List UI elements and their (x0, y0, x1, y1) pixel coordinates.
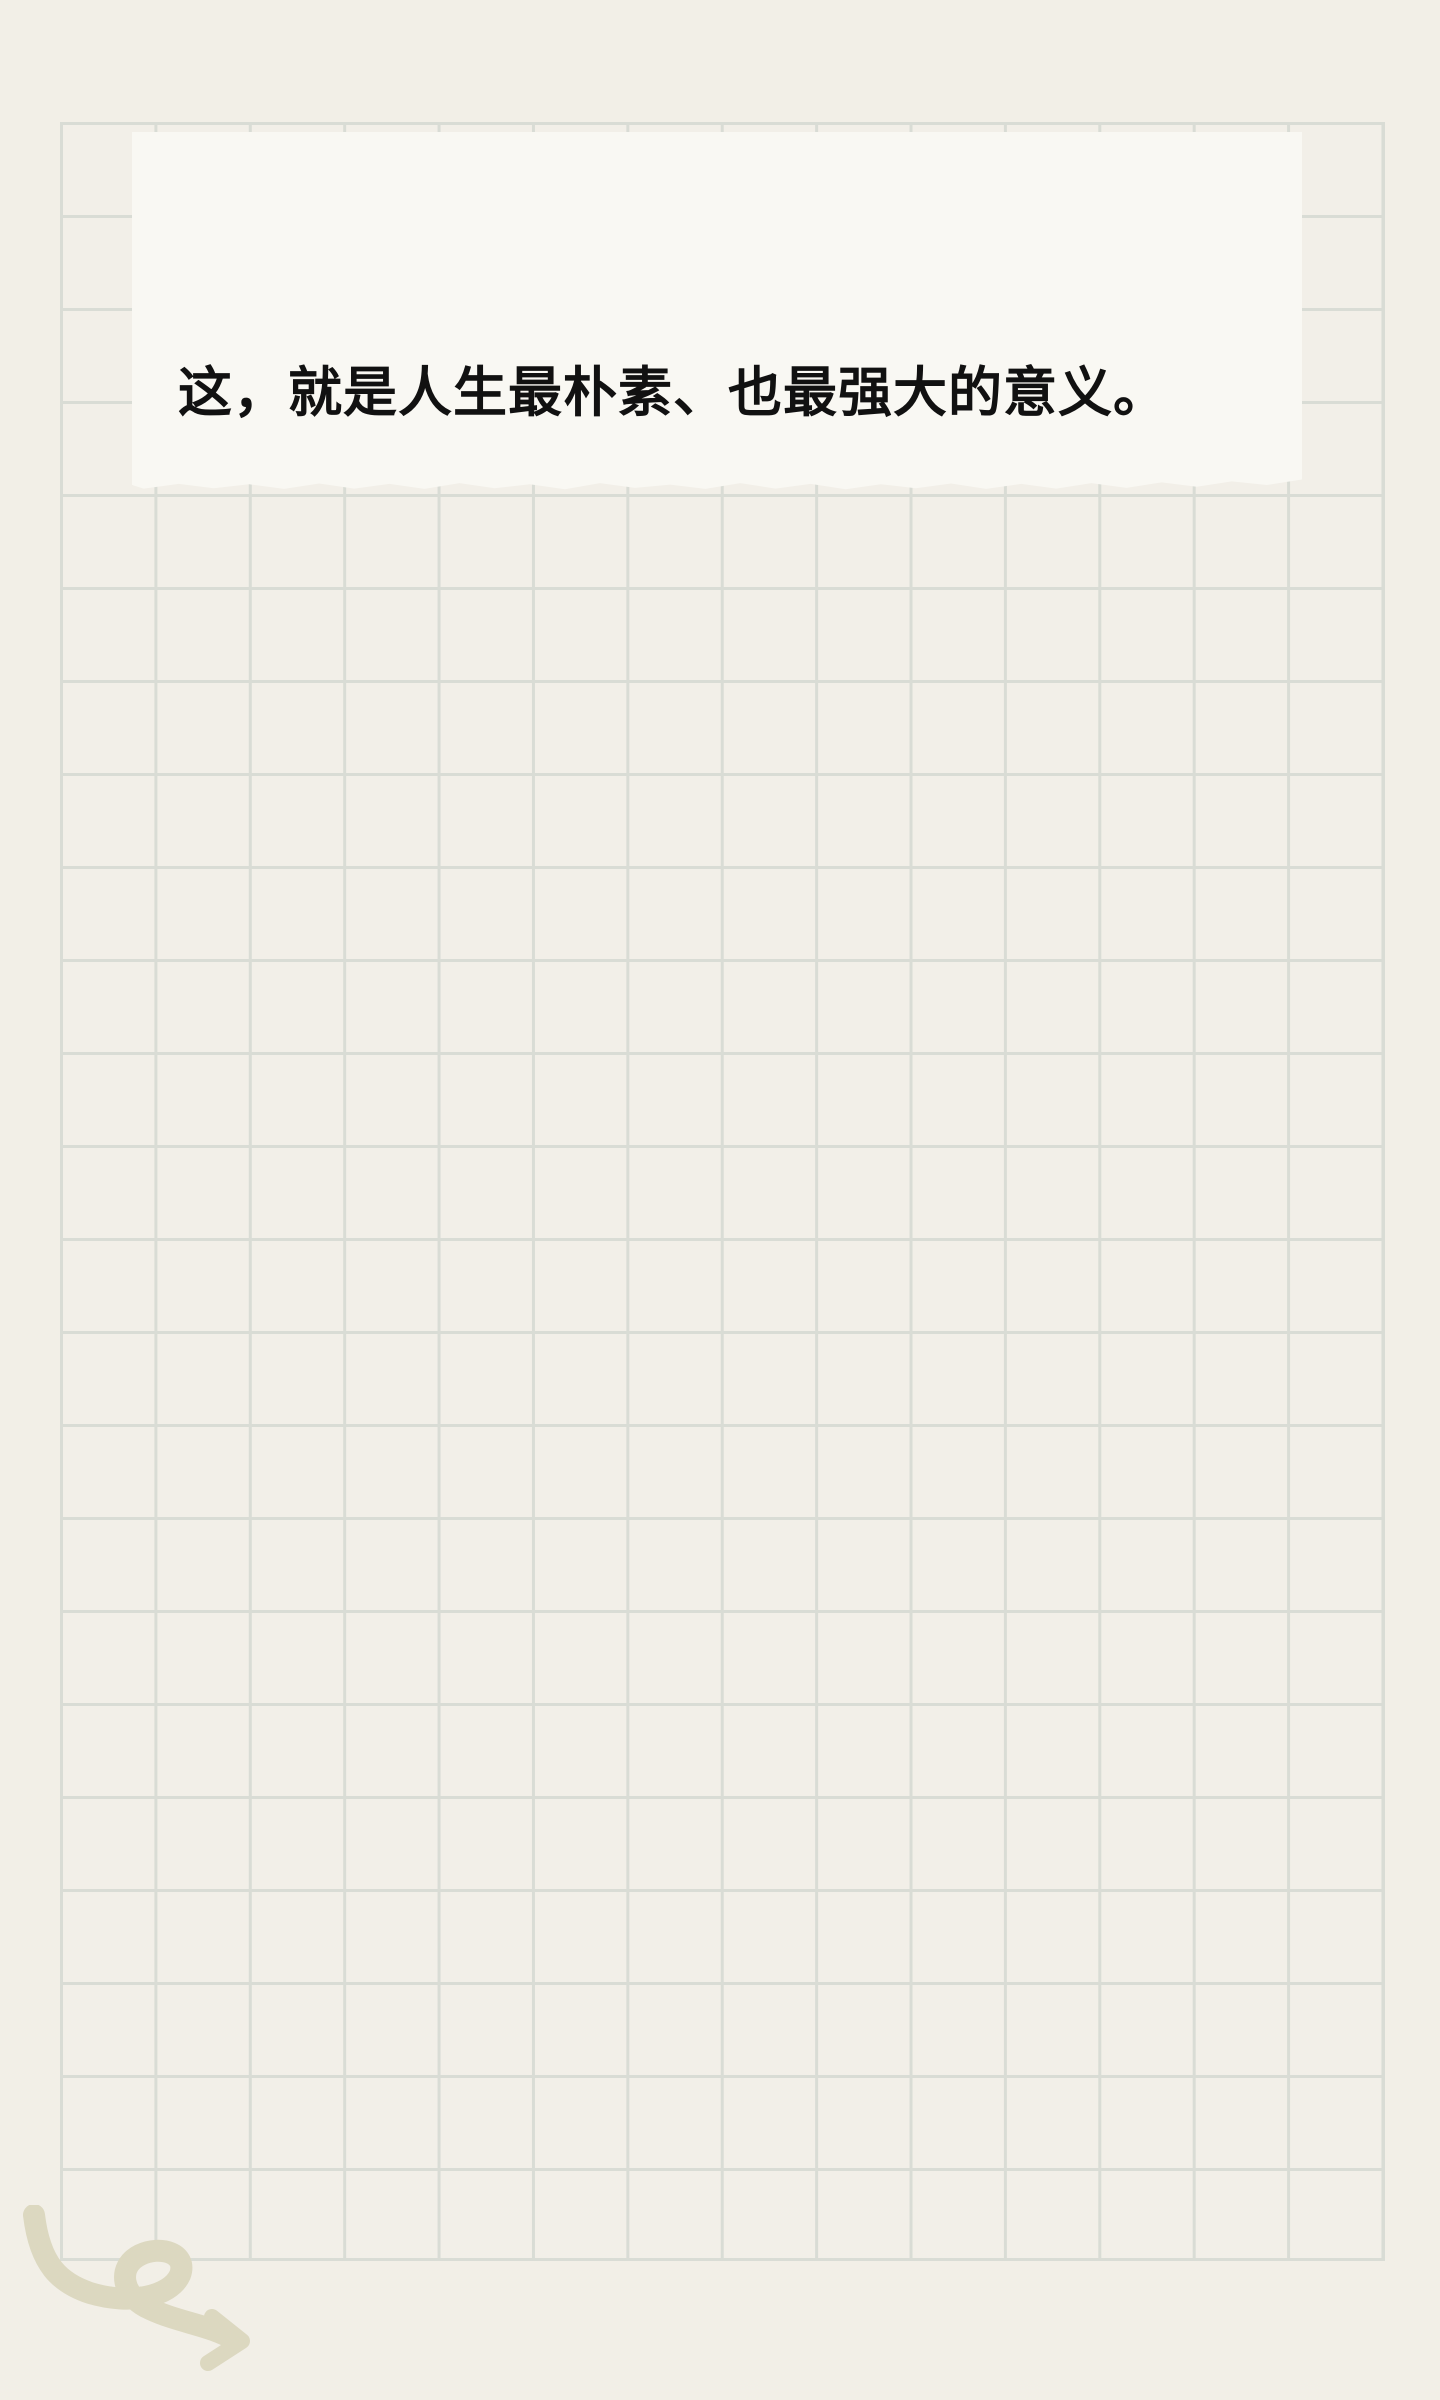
torn-paper-note (132, 132, 1302, 490)
note-text: 这，就是人生最朴素、也最强大的意义。 (178, 360, 1168, 424)
squiggle-arrow-icon (23, 2205, 250, 2371)
page: 这，就是人生最朴素、也最强大的意义。 (0, 0, 1440, 2400)
